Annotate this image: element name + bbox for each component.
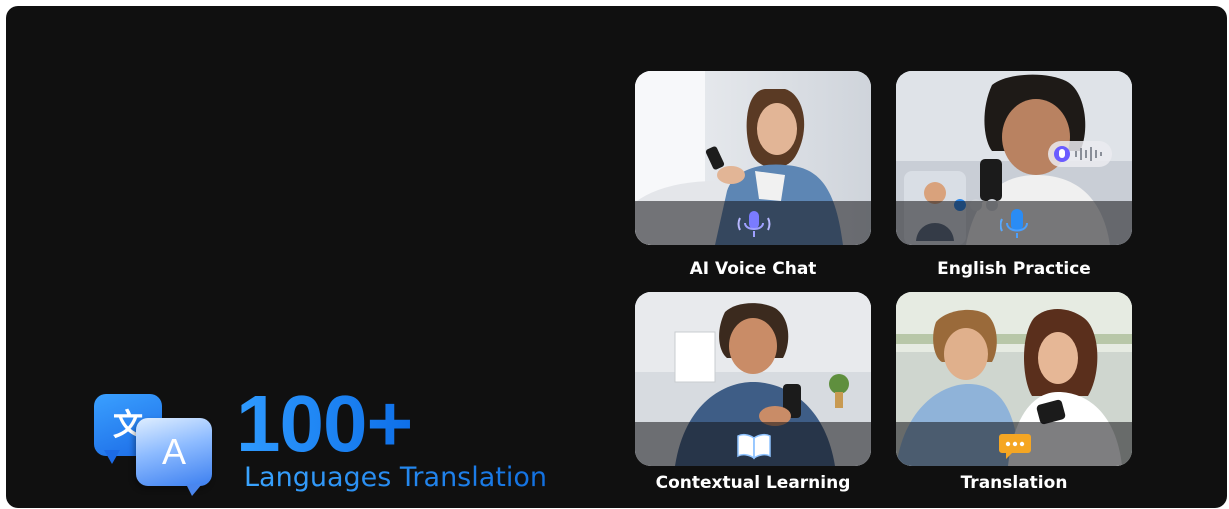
languages-subtitle: Languages Translation bbox=[244, 462, 548, 493]
card-label-english-practice: English Practice bbox=[937, 259, 1091, 279]
microphone-icon bbox=[737, 211, 771, 237]
card-english-practice[interactable] bbox=[896, 71, 1132, 245]
open-book-icon bbox=[737, 433, 771, 460]
chat-bubble-icon bbox=[999, 434, 1031, 459]
letter-glyph: A bbox=[161, 431, 186, 472]
feature-banner: 文 A 100+ Languages Translation AI Voice … bbox=[6, 6, 1227, 508]
card-contextual-learning[interactable] bbox=[635, 292, 871, 466]
translate-bubble-front: A bbox=[136, 418, 212, 486]
card-label-contextual-learning: Contextual Learning bbox=[655, 473, 851, 493]
language-count: 100+ bbox=[236, 379, 413, 468]
card-ai-voice-chat[interactable] bbox=[635, 71, 871, 245]
card-label-translation: Translation bbox=[960, 473, 1068, 493]
translate-icon: 文 A bbox=[94, 394, 216, 496]
card-translation[interactable] bbox=[896, 292, 1132, 466]
microphone-icon bbox=[1000, 209, 1028, 238]
card-label-ai-voice-chat: AI Voice Chat bbox=[689, 259, 817, 279]
